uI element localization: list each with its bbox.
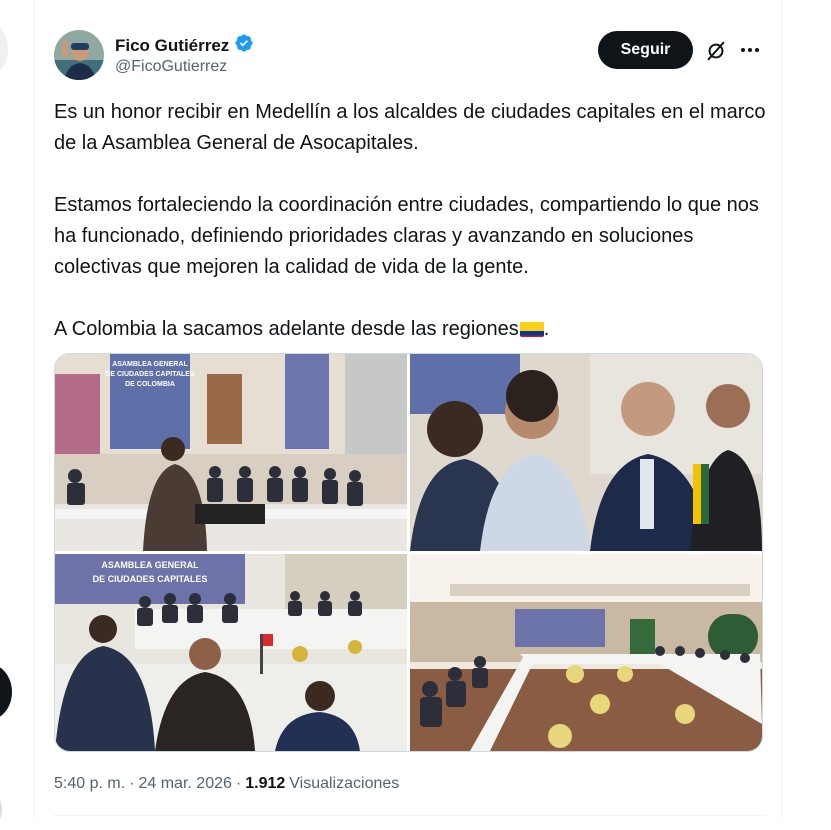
meta-separator: · [129, 775, 135, 792]
tweet-paragraph-3: A Colombia la sacamos adelante desde las… [54, 314, 766, 345]
timeline-left-border [34, 0, 35, 819]
grok-icon[interactable] [705, 40, 727, 62]
timeline-right-border [781, 0, 782, 819]
photo-4[interactable] [410, 554, 762, 751]
views-label: Visualizaciones [289, 775, 400, 792]
svg-text:ASAMBLEA GENERAL: ASAMBLEA GENERAL [101, 560, 199, 570]
svg-text:ASAMBLEA GENERAL: ASAMBLEA GENERAL [112, 361, 188, 368]
tweet-text: Es un honor recibir en Medellín a los al… [54, 97, 766, 376]
divider [54, 815, 766, 816]
svg-text:DE COLOMBIA: DE COLOMBIA [125, 381, 175, 388]
sidebar-avatar-partial[interactable] [0, 20, 8, 78]
media-grid[interactable]: ASAMBLEA GENERAL DE CIUDADES CAPITALES D… [54, 353, 763, 752]
meta-separator: · [235, 775, 242, 792]
verified-badge-icon[interactable] [234, 33, 254, 58]
tweet-date[interactable]: 24 mar. 2026 [138, 775, 231, 793]
svg-text:DE CIUDADES CAPITALES: DE CIUDADES CAPITALES [93, 574, 208, 584]
author-name[interactable]: Fico Gutiérrez [115, 36, 229, 56]
avatar[interactable] [54, 30, 104, 80]
sidebar-button-partial[interactable] [0, 664, 12, 720]
tweet-paragraph-1: Es un honor recibir en Medellín a los al… [54, 101, 766, 154]
svg-text:DE CIUDADES CAPITALES: DE CIUDADES CAPITALES [105, 371, 195, 378]
author-handle[interactable]: @FicoGutierrez [115, 58, 227, 76]
photo-1[interactable]: ASAMBLEA GENERAL DE CIUDADES CAPITALES D… [55, 354, 407, 551]
tweet-paragraph-2: Estamos fortaleciendo la coordinación en… [54, 194, 759, 278]
tweet-time[interactable]: 5:40 p. m. [54, 775, 125, 793]
photo-3[interactable]: ASAMBLEA GENERAL DE CIUDADES CAPITALES [55, 554, 407, 751]
tweet-metadata: 5:40 p. m. · 24 mar. 2026 · 1.912 Visual… [54, 775, 399, 793]
sidebar-avatar-partial-bottom[interactable] [0, 790, 2, 830]
follow-button[interactable]: Seguir [598, 31, 693, 69]
tweet-period: . [543, 318, 550, 340]
tweet-paragraph-3-text: A Colombia la sacamos adelante desde las… [54, 318, 519, 340]
photo-2[interactable] [410, 354, 762, 551]
views-count: 1.912 [245, 775, 286, 792]
more-options-icon[interactable] [738, 38, 762, 62]
colombia-flag-icon [519, 319, 544, 337]
